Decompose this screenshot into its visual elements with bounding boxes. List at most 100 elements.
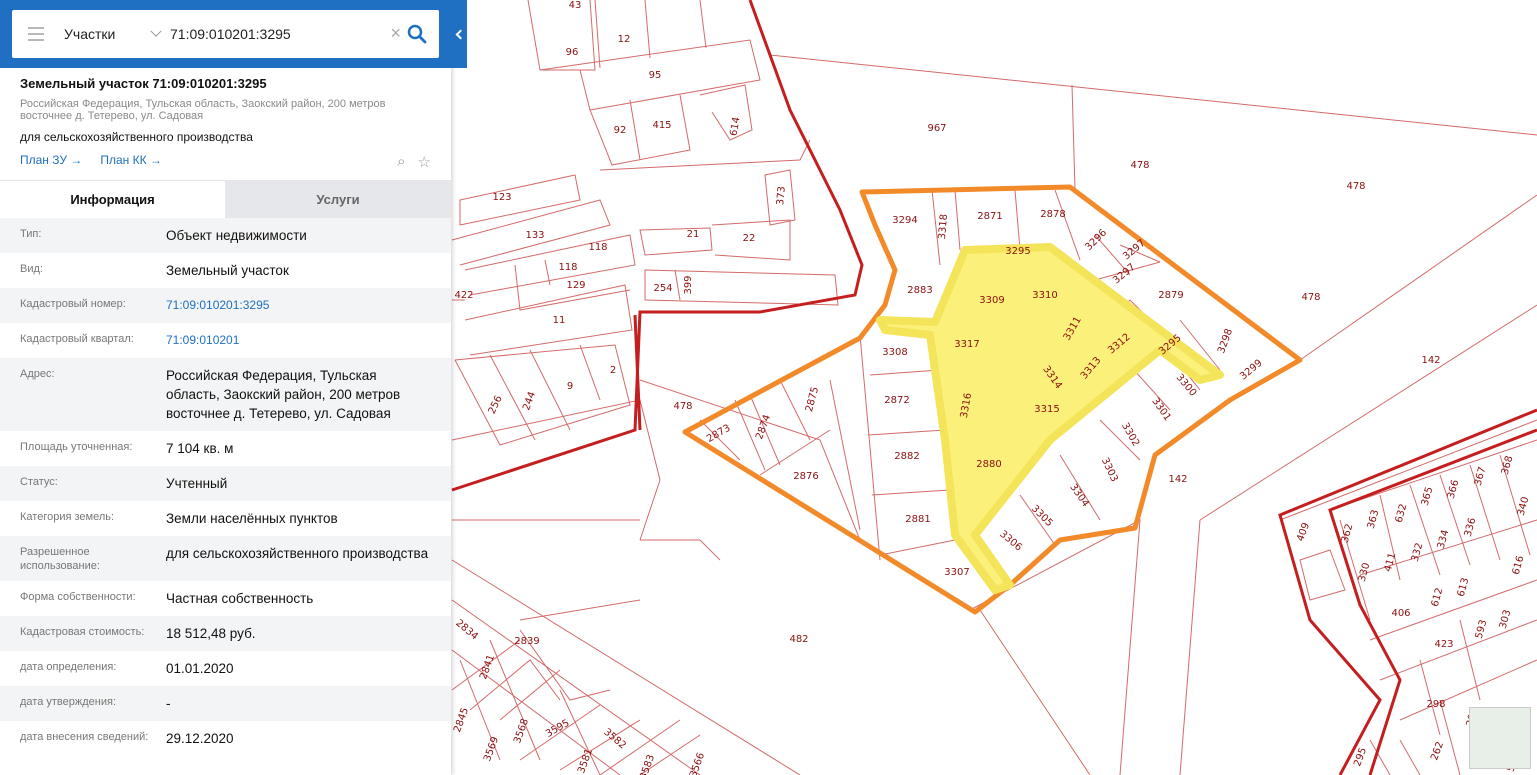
plot-label: 3299: [1238, 358, 1265, 383]
plot-label: 411: [1383, 552, 1399, 573]
plot-label: 3297: [1111, 262, 1138, 287]
plan-zu-link[interactable]: План ЗУ →: [20, 153, 82, 171]
info-value: 18 512,48 руб.: [166, 626, 256, 641]
close-icon[interactable]: ×: [390, 24, 401, 42]
plot-label: 612: [1430, 587, 1446, 608]
plan-kk-link[interactable]: План КК →: [100, 153, 162, 171]
info-value: 01.01.2020: [166, 661, 234, 676]
info-key: Кадастровый квартал:: [20, 333, 134, 345]
plot-label: 422: [454, 290, 473, 301]
plot-label: 256: [487, 394, 505, 416]
info-row: Кадастровая стоимость: 18 512,48 руб.: [0, 616, 451, 651]
info-value: Земли населённых пунктов: [166, 511, 338, 526]
plot-label: 3297: [1121, 238, 1148, 263]
plot-label: 2876: [793, 471, 818, 482]
plot-label: 614: [728, 116, 742, 137]
plot-label: 92: [614, 125, 627, 136]
plot-label: 11: [553, 315, 566, 326]
collapse-panel-button[interactable]: [451, 0, 467, 68]
plot-label: 2: [610, 365, 616, 376]
plot-label: 406: [1391, 608, 1410, 619]
info-row: Вид: Земельный участок: [0, 253, 451, 288]
info-key: Статус:: [20, 476, 58, 488]
plot-label: 43: [569, 0, 582, 11]
plot-label: 3309: [979, 295, 1004, 306]
hamburger-menu-icon[interactable]: [12, 10, 60, 58]
info-value: Объект недвижимости: [166, 228, 307, 243]
plot-label: 3581: [576, 747, 595, 775]
info-value: 7 104 кв. м: [166, 441, 234, 456]
plot-label: 95: [649, 70, 662, 81]
info-row: Категория земель: Земли населённых пункто…: [0, 501, 451, 536]
plot-label: 478: [1346, 181, 1365, 192]
plot-label: 478: [673, 401, 692, 412]
plot-label: 3296: [1083, 227, 1109, 253]
zoom-to-object-icon[interactable]: ⌕: [397, 153, 405, 171]
info-key: Разрешенное использование:: [20, 546, 100, 572]
plot-label: 22: [743, 233, 756, 244]
info-row: Кадастровый номер: 71:09:010201:3295: [0, 288, 451, 323]
info-key: дата утверждения:: [20, 696, 117, 708]
plot-label: 2875: [804, 386, 821, 413]
info-key: Кадастровый номер:: [20, 298, 126, 310]
info-key: Кадастровая стоимость:: [20, 626, 145, 638]
search-input[interactable]: [168, 26, 368, 42]
info-row: дата внесения сведений: 29.12.2020: [0, 721, 451, 756]
search-type-select[interactable]: Участки: [60, 25, 168, 42]
plot-label: 123: [492, 192, 511, 203]
plot-label: 478: [1301, 292, 1320, 303]
plot-label: 118: [558, 262, 577, 273]
plot-label: 3318: [937, 214, 950, 240]
chevron-down-icon: [150, 25, 162, 37]
info-value: для сельскохозяйственного производства: [166, 546, 429, 561]
plot-label: 3298: [1216, 327, 1235, 355]
tab-information[interactable]: Информация: [0, 181, 225, 218]
plot-label: 2881: [905, 514, 930, 525]
plot-label: 336: [1463, 517, 1479, 538]
plot-label: 3310: [1032, 290, 1057, 301]
plot-label: 373: [775, 186, 788, 206]
plot-label: 482: [789, 634, 808, 645]
info-value: Российская Федерация, Тульская область, …: [166, 368, 401, 421]
plot-label: 399: [683, 275, 694, 294]
plot-label: 2874: [754, 413, 773, 441]
plot-label: 3566: [688, 751, 707, 775]
plot-label: 365: [1420, 486, 1436, 507]
plot-label: 613: [1456, 577, 1472, 598]
plot-label: 9: [567, 381, 573, 392]
plot-label: 129: [566, 280, 585, 291]
info-key: Категория земель:: [20, 511, 115, 523]
star-icon[interactable]: ☆: [418, 153, 431, 171]
info-value: Учтенный: [166, 476, 228, 491]
plot-label: 3569: [482, 735, 501, 763]
plot-label: 3583: [638, 753, 657, 775]
plot-label: 632: [1394, 503, 1410, 524]
search-icon[interactable]: [407, 24, 427, 44]
info-row: дата определения: 01.01.2020: [0, 651, 451, 686]
plot-label: 368: [1500, 455, 1516, 476]
info-table: Тип: Объект недвижимости Вид: Земельный уча…: [0, 218, 451, 756]
plot-label: 2873: [705, 423, 733, 445]
plot-label: 21: [687, 229, 700, 240]
info-panel: Участки × Земельный участок 71:09:010201…: [0, 0, 451, 775]
plot-label: 3308: [882, 347, 907, 358]
info-row: Статус: Учтенный: [0, 466, 451, 501]
plot-label: 2834: [453, 618, 480, 643]
info-key: дата определения:: [20, 661, 117, 673]
info-value: -: [166, 696, 171, 711]
info-row: Тип: Объект недвижимости: [0, 218, 451, 253]
info-value: 29.12.2020: [166, 731, 234, 746]
plot-label: 593: [1474, 619, 1490, 640]
minimap[interactable]: [1469, 707, 1531, 769]
info-row: дата утверждения: -: [0, 686, 451, 721]
plot-label: 142: [1168, 474, 1187, 485]
object-header: Земельный участок 71:09:010201:3295 Росс…: [0, 68, 451, 171]
info-value-link[interactable]: 71:09:010201: [166, 331, 431, 350]
info-value: Частная собственность: [166, 591, 314, 606]
plot-label: 262: [1429, 740, 1446, 762]
header-actions: ⌕ ☆: [397, 153, 431, 171]
info-value-link[interactable]: 71:09:010201:3295: [166, 296, 431, 315]
plot-label: 334: [1436, 529, 1452, 550]
tab-services[interactable]: Услуги: [225, 181, 451, 218]
info-key: Вид:: [20, 263, 43, 275]
